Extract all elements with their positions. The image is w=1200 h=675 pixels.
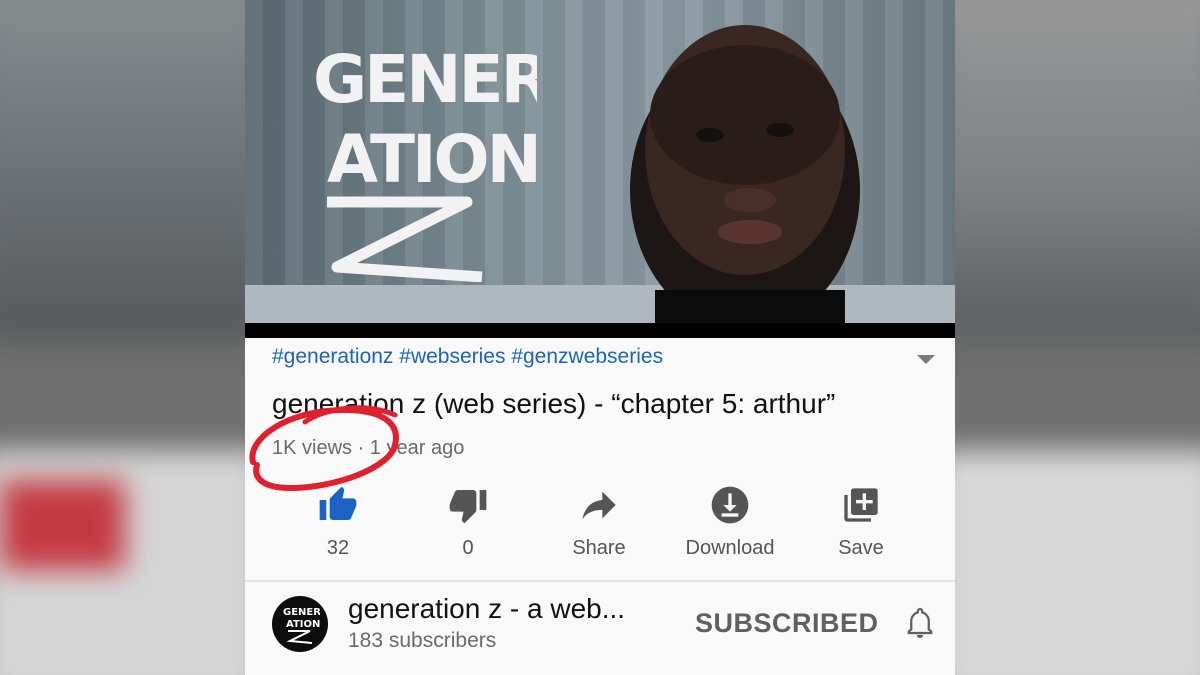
- background-blur-right: [955, 0, 1200, 675]
- download-button[interactable]: Download: [665, 483, 795, 560]
- video-player[interactable]: GENER ATION: [245, 0, 955, 323]
- thumbnail-logo: GENER ATION: [307, 22, 554, 293]
- subscriber-count: 183 subscribers: [348, 629, 497, 652]
- like-button[interactable]: 32: [273, 483, 403, 560]
- video-meta: 1K views · 1 year ago: [272, 437, 465, 459]
- svg-text:GENER: GENER: [313, 41, 537, 118]
- download-icon: [711, 486, 749, 524]
- thumbs-up-icon: [319, 486, 357, 520]
- channel-row[interactable]: GENER ATION generation z - a web... 183 …: [245, 582, 955, 675]
- share-button[interactable]: Share: [534, 483, 664, 560]
- channel-name[interactable]: generation z - a web...: [348, 593, 625, 625]
- svg-text:ATION: ATION: [286, 619, 320, 630]
- save-button[interactable]: Save: [796, 483, 926, 560]
- hashtags-link[interactable]: #generationz #webseries #genzwebseries: [272, 345, 663, 369]
- svg-text:GENER: GENER: [283, 607, 320, 618]
- action-bar: 32 0 Share Download Save: [245, 483, 955, 568]
- dislike-count: 0: [462, 537, 474, 559]
- svg-text:ATION: ATION: [327, 121, 537, 198]
- save-label: Save: [838, 537, 884, 559]
- share-label: Share: [572, 537, 626, 559]
- save-playlist-icon: [844, 488, 878, 522]
- share-icon: [582, 491, 616, 520]
- notification-bell-icon[interactable]: [905, 606, 935, 640]
- background-blur-left: [0, 0, 245, 675]
- thumbs-down-icon: [449, 490, 487, 524]
- like-count: 32: [326, 537, 350, 559]
- download-label: Download: [685, 537, 775, 559]
- thumbnail-person: [630, 25, 860, 323]
- video-title: generation z (web series) - “chapter 5: …: [272, 388, 836, 419]
- player-letterbox: [245, 323, 955, 338]
- expand-description-icon[interactable]: [917, 355, 935, 364]
- subscribed-button[interactable]: SUBSCRIBED: [695, 608, 879, 639]
- youtube-video-page: GENER ATION #generationz #webseries #gen…: [245, 0, 955, 675]
- channel-avatar[interactable]: GENER ATION: [272, 596, 328, 652]
- dislike-button[interactable]: 0: [403, 483, 533, 560]
